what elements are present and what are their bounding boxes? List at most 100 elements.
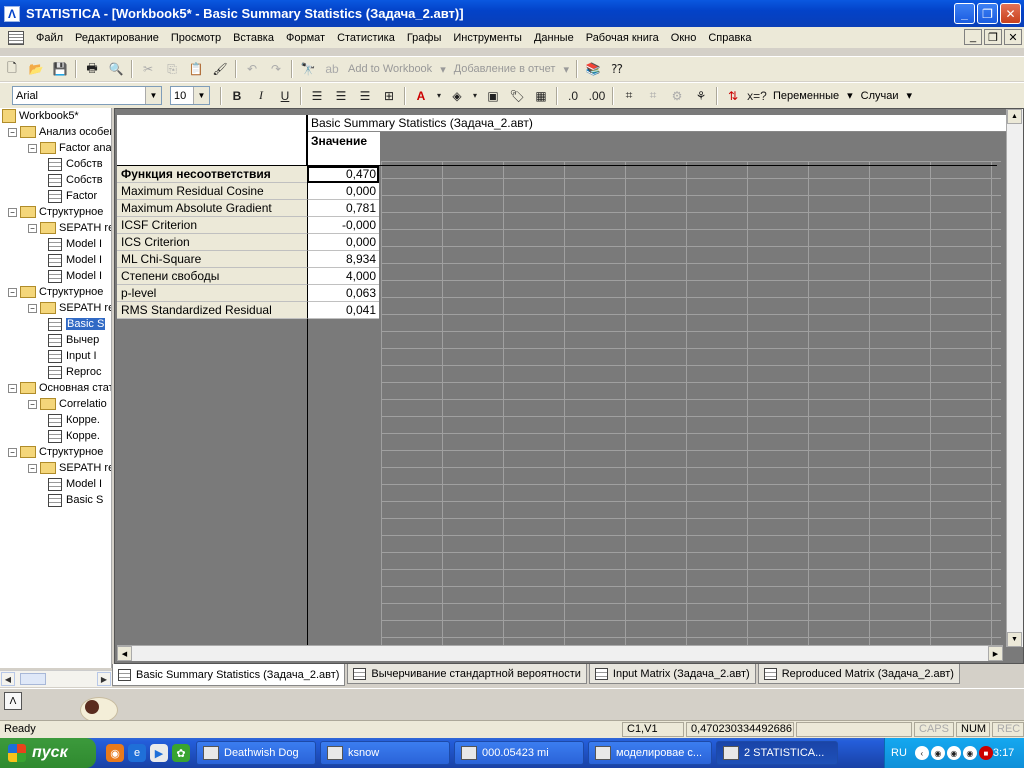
collapse-icon[interactable]: − bbox=[8, 207, 17, 217]
border-icon[interactable]: ▣ bbox=[482, 86, 504, 106]
value-cell[interactable]: 8,934 bbox=[307, 251, 379, 268]
collapse-icon[interactable]: − bbox=[8, 383, 17, 393]
tree-node[interactable]: − SEPATH re bbox=[28, 220, 111, 236]
menu-help[interactable]: Справка bbox=[702, 32, 757, 44]
tree-node[interactable]: − Factor ana bbox=[28, 140, 111, 156]
row-label[interactable]: Maximum Residual Cosine bbox=[117, 183, 307, 200]
tree-node[interactable]: Корре. bbox=[48, 412, 100, 428]
value-cell[interactable]: -0,000 bbox=[307, 217, 379, 234]
menu-file[interactable]: Файл bbox=[30, 32, 69, 44]
value-cell[interactable]: 0,000 bbox=[307, 234, 379, 251]
value-cell[interactable]: 0,000 bbox=[307, 183, 379, 200]
table-icon[interactable]: ⌗ bbox=[618, 86, 640, 106]
tree-node[interactable]: − Структурное bbox=[8, 204, 103, 220]
format-painter-icon[interactable]: 🖌 bbox=[209, 59, 231, 79]
chevron-down-icon[interactable]: ▾ bbox=[434, 86, 444, 106]
table-props-icon[interactable]: ⚙ bbox=[666, 86, 688, 106]
statistica-icon[interactable]: Λ bbox=[4, 5, 20, 22]
replace-icon[interactable]: ab bbox=[321, 59, 343, 79]
menu-statistics[interactable]: Статистика bbox=[331, 32, 401, 44]
task-statistica[interactable]: 2 STATISTICA... bbox=[716, 741, 838, 765]
tree-node[interactable]: Basic S bbox=[48, 492, 103, 508]
merge-cells-icon[interactable]: ⊞ bbox=[378, 86, 400, 106]
scroll-right-icon[interactable]: ▶ bbox=[988, 646, 1003, 661]
increase-decimal-icon[interactable]: .0 bbox=[562, 86, 584, 106]
vertical-scrollbar[interactable]: ▲ ▼ bbox=[1006, 109, 1023, 647]
column-header[interactable]: Значение bbox=[308, 132, 380, 165]
start-button[interactable]: пуск bbox=[0, 738, 96, 768]
align-right-icon[interactable]: ☰ bbox=[354, 86, 376, 106]
row-label[interactable]: ML Chi-Square bbox=[117, 251, 307, 268]
row-label[interactable]: ICS Criterion bbox=[117, 234, 307, 251]
scroll-thumb[interactable] bbox=[20, 673, 46, 685]
menu-data[interactable]: Данные bbox=[528, 32, 580, 44]
font-color-icon[interactable]: A bbox=[410, 86, 432, 106]
horizontal-scrollbar[interactable]: ◀ ▶ bbox=[117, 645, 1003, 661]
task-deathwish-dog[interactable]: Deathwish Dog bbox=[196, 741, 316, 765]
tab-basic-summary[interactable]: Basic Summary Statistics (Задача_2.авт) bbox=[112, 664, 346, 686]
task-000-05423[interactable]: 000.05423 mi bbox=[454, 741, 584, 765]
chevron-down-icon[interactable]: ▾ bbox=[843, 89, 857, 102]
decrease-decimal-icon[interactable]: .00 bbox=[586, 86, 608, 106]
add-to-workbook-button[interactable]: Add to Workbook bbox=[344, 63, 436, 75]
language-indicator[interactable]: RU bbox=[891, 747, 907, 759]
tray-app-icon[interactable]: ■ bbox=[978, 746, 993, 760]
chevron-down-icon[interactable]: ▼ bbox=[193, 87, 209, 104]
grid-icon[interactable]: ▦ bbox=[530, 86, 552, 106]
close-button[interactable]: ✕ bbox=[1000, 3, 1021, 24]
menu-view[interactable]: Просмотр bbox=[165, 32, 227, 44]
tree-node[interactable]: Model I bbox=[48, 252, 102, 268]
table-copy-icon[interactable]: ⌗ bbox=[642, 86, 664, 106]
copy-icon[interactable]: ⎘ bbox=[161, 59, 183, 79]
chevron-down-icon[interactable]: ▾ bbox=[903, 89, 917, 102]
scroll-down-icon[interactable]: ▼ bbox=[1007, 632, 1022, 647]
menu-edit[interactable]: Редактирование bbox=[69, 32, 165, 44]
cut-icon[interactable]: ✂ bbox=[137, 59, 159, 79]
scroll-right-icon[interactable]: ▶ bbox=[97, 672, 111, 686]
collapse-icon[interactable]: − bbox=[28, 303, 37, 313]
add-to-report-button[interactable]: Добавление в отчет bbox=[450, 63, 560, 75]
menu-insert[interactable]: Вставка bbox=[227, 32, 280, 44]
collapse-icon[interactable]: − bbox=[28, 463, 37, 473]
scroll-left-icon[interactable]: ◀ bbox=[117, 646, 132, 661]
value-cell[interactable]: 4,000 bbox=[307, 268, 379, 285]
row-label[interactable]: RMS Standardized Residual bbox=[117, 302, 307, 319]
tree-node[interactable]: Input I bbox=[48, 348, 97, 364]
tab-probability-plot[interactable]: Вычерчивание стандартной вероятности bbox=[347, 664, 587, 684]
menu-graphs[interactable]: Графы bbox=[401, 32, 448, 44]
row-label[interactable]: Функция несоответствия bbox=[117, 166, 307, 183]
tree-node[interactable]: Вычер bbox=[48, 332, 99, 348]
tree-node[interactable]: Workbook5* bbox=[2, 108, 79, 124]
tab-reproduced-matrix[interactable]: Reproduced Matrix (Задача_2.авт) bbox=[757, 664, 960, 684]
tree-node[interactable]: − Correlatio bbox=[28, 396, 107, 412]
scroll-up-icon[interactable]: ▲ bbox=[1007, 109, 1022, 124]
formula-icon[interactable]: x=? bbox=[746, 86, 768, 106]
tab-input-matrix[interactable]: Input Matrix (Задача_2.авт) bbox=[588, 664, 756, 684]
mdi-minimize-button[interactable]: _ bbox=[964, 29, 982, 45]
value-cell[interactable]: 0,470 bbox=[307, 166, 379, 183]
save-icon[interactable]: 💾 bbox=[49, 59, 71, 79]
collapse-icon[interactable]: − bbox=[8, 447, 17, 457]
tree-node[interactable]: − Структурное bbox=[8, 444, 103, 460]
tree-node[interactable]: − Основная стат bbox=[8, 380, 111, 396]
row-label[interactable]: ICSF Criterion bbox=[117, 217, 307, 234]
tree-horizontal-scrollbar[interactable]: ◀ ▶ bbox=[0, 670, 112, 687]
tree-node[interactable]: Basic S bbox=[48, 316, 106, 332]
scroll-left-icon[interactable]: ◀ bbox=[1, 672, 15, 686]
chevron-down-icon[interactable]: ▾ bbox=[436, 63, 450, 76]
new-icon[interactable]: 🗋 bbox=[1, 59, 23, 79]
align-center-icon[interactable]: ☰ bbox=[330, 86, 352, 106]
collapse-icon[interactable]: − bbox=[28, 143, 37, 153]
menu-window[interactable]: Окно bbox=[665, 32, 703, 44]
tree-node[interactable]: − SEPATH re bbox=[28, 300, 111, 316]
tree-node[interactable]: Собств bbox=[48, 172, 103, 188]
collapse-icon[interactable]: − bbox=[8, 127, 17, 137]
paste-icon[interactable]: 📋 bbox=[185, 59, 207, 79]
minimize-button[interactable]: _ bbox=[954, 3, 975, 24]
font-size-select[interactable]: 10 ▼ bbox=[170, 86, 210, 105]
tree-node[interactable]: − Анализ особен bbox=[8, 124, 111, 140]
menu-workbook[interactable]: Рабочая книга bbox=[580, 32, 665, 44]
value-cell[interactable]: 0,063 bbox=[307, 285, 379, 302]
chevron-down-icon[interactable]: ▼ bbox=[145, 87, 161, 104]
tag-icon[interactable]: 🏷 bbox=[506, 86, 528, 106]
